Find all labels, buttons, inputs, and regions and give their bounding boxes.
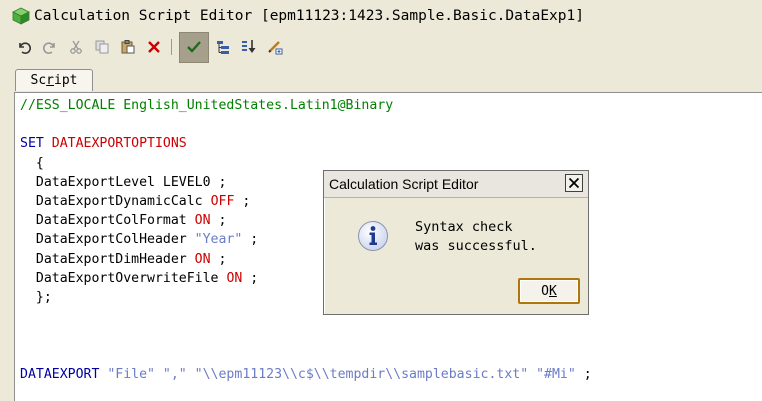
code-token: ; (575, 366, 592, 382)
code-token: DataExportOverwriteFile (20, 270, 227, 286)
code-line: DATAEXPORT "File" "," "\\epm11123\\c$\\t… (20, 365, 592, 384)
dialog-message-line1: Syntax check (415, 219, 513, 235)
code-line: DataExportOverwriteFile ON ; (20, 269, 258, 288)
redo-button[interactable] (38, 35, 62, 59)
undo-icon (19, 42, 31, 54)
code-token: DataExportDynamicCalc (20, 194, 211, 209)
download-icon (242, 40, 256, 53)
check-syntax-icon (187, 41, 201, 53)
code-token: { (20, 155, 44, 171)
window-titlebar: Calculation Script Editor [epm11123:1423… (0, 0, 762, 32)
code-token: ON (194, 213, 211, 229)
dialog-titlebar: Calculation Script Editor (324, 171, 588, 198)
window-title: Calculation Script Editor [epm11123:1423… (34, 8, 584, 24)
outline-icon (217, 41, 229, 54)
code-token: DataExportLevel LEVEL0 ; (20, 174, 227, 190)
check-syntax-button[interactable] (179, 31, 209, 63)
code-line: DataExportColFormat ON ; (20, 211, 227, 230)
dialog-title: Calculation Script Editor (329, 176, 479, 192)
edit-icon (268, 41, 283, 55)
code-token: }; (20, 290, 52, 305)
tabstrip: Script (0, 62, 762, 92)
outline-button[interactable] (211, 35, 235, 59)
dialog-message-line2: was successful. (415, 238, 537, 254)
code-line: DataExportLevel LEVEL0 ; (20, 173, 227, 192)
code-line: { (20, 154, 44, 173)
dialog-message: Syntax check was successful. (415, 218, 537, 256)
code-token: DataExportDimHeader (20, 251, 195, 267)
code-token: ON (226, 270, 243, 286)
cut-button[interactable] (64, 35, 88, 59)
delete-button[interactable] (142, 35, 166, 59)
copy-icon (95, 40, 109, 54)
code-token: ; (210, 251, 227, 267)
tab-script[interactable]: Script (15, 69, 93, 91)
dialog-close-button[interactable] (565, 174, 583, 192)
code-token: DataExportColFormat (20, 213, 195, 229)
delete-icon (148, 41, 160, 53)
copy-button[interactable] (90, 35, 114, 59)
app-cube-icon (12, 7, 30, 25)
undo-button[interactable] (12, 35, 36, 59)
code-token: ; (242, 232, 259, 248)
code-token: DataExportColHeader (20, 232, 195, 248)
toolbar-separator (171, 39, 172, 55)
ok-button-label: OK (541, 283, 557, 299)
cut-icon (70, 40, 82, 54)
code-line: }; (20, 288, 52, 307)
code-token: "Year" (194, 232, 243, 248)
code-line: //ESS_LOCALE English_UnitedStates.Latin1… (20, 96, 393, 115)
toolbar (0, 31, 762, 63)
paste-icon (121, 40, 135, 54)
code-token: "File" "," "\\epm11123\\c$\\tempdir\\sam… (107, 366, 576, 382)
ok-button[interactable]: OK (518, 278, 580, 304)
paste-button[interactable] (116, 35, 140, 59)
code-line: DataExportColHeader "Year" ; (20, 230, 258, 249)
code-token: DATAEXPORT (20, 366, 108, 382)
code-token: ; (210, 213, 227, 229)
code-line: DataExportDynamicCalc OFF ; (20, 192, 250, 211)
message-dialog: Calculation Script Editor Syntax check w… (323, 170, 589, 315)
tab-script-label: Script (30, 73, 78, 88)
code-token: ; (242, 270, 259, 286)
info-icon (358, 221, 388, 251)
code-line: DataExportDimHeader ON ; (20, 250, 227, 269)
code-line: SET DATAEXPORTOPTIONS (20, 134, 187, 153)
code-token: OFF (210, 194, 235, 209)
download-button[interactable] (237, 35, 261, 59)
code-token: //ESS_LOCALE English_UnitedStates.Latin1… (20, 98, 394, 113)
code-token: SET (20, 136, 52, 152)
code-token: ; (234, 194, 251, 209)
redo-icon (43, 42, 55, 54)
code-token: ON (194, 251, 211, 267)
close-icon (568, 177, 580, 189)
code-token: DATAEXPORTOPTIONS (51, 136, 187, 152)
edit-button[interactable] (263, 35, 287, 59)
